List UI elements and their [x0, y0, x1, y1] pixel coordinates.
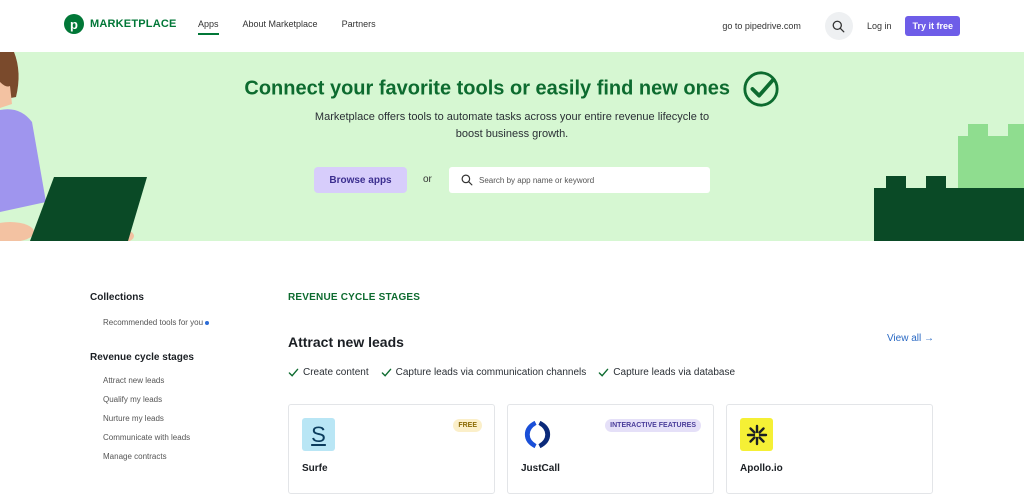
sidebar-item-nurture[interactable]: Nurture my leads: [103, 413, 240, 425]
browse-apps-button[interactable]: Browse apps: [314, 167, 407, 193]
tag-capture-communication[interactable]: Capture leads via communication channels: [381, 367, 587, 378]
check-icon: [288, 368, 299, 377]
check-icon: [381, 368, 391, 377]
sidebar-item-communicate[interactable]: Communicate with leads: [103, 432, 240, 444]
interactive-features-badge: INTERACTIVE FEATURES: [605, 419, 701, 432]
or-separator: or: [423, 174, 432, 185]
app-card-justcall[interactable]: INTERACTIVE FEATURES JustCall: [507, 404, 714, 494]
header-actions: go to pipedrive.com Log in Try it free: [722, 12, 960, 40]
hero-banner: Connect your favorite tools or easily fi…: [0, 52, 1024, 241]
sidebar-item-qualify[interactable]: Qualify my leads: [103, 394, 240, 406]
login-link[interactable]: Log in: [867, 21, 892, 31]
justcall-logo-icon: [521, 418, 554, 451]
surfe-logo-icon: S: [302, 418, 335, 451]
app-search-box[interactable]: [449, 167, 710, 193]
search-icon: [833, 20, 845, 32]
app-name: JustCall: [521, 463, 560, 474]
main-nav: Apps About Marketplace Partners: [198, 19, 376, 35]
header-search-button[interactable]: [824, 12, 853, 40]
surfe-logo-letter: S: [311, 421, 326, 447]
collections-heading: Collections: [90, 292, 144, 303]
subcategory-tags: Create content Capture leads via communi…: [288, 367, 735, 378]
sidebar-item-contracts[interactable]: Manage contracts: [103, 451, 240, 463]
try-free-button[interactable]: Try it free: [905, 16, 960, 36]
sidebar-item-recommended[interactable]: Recommended tools for you: [103, 317, 213, 329]
tag-label: Capture leads via database: [613, 367, 736, 378]
app-card-surfe[interactable]: S FREE Surfe: [288, 404, 495, 494]
check-icon: [598, 368, 609, 377]
stages-heading: Revenue cycle stages: [90, 352, 194, 363]
nav-apps[interactable]: Apps: [198, 19, 219, 35]
app-search-input[interactable]: [479, 175, 679, 185]
top-header: p MARKETPLACE Apps About Marketplace Par…: [0, 0, 1024, 52]
tag-create-content[interactable]: Create content: [288, 367, 369, 378]
category-title: Attract new leads: [288, 334, 404, 350]
tag-label: Capture leads via communication channels: [395, 367, 587, 378]
sidebar: Collections Recommended tools for you Re…: [90, 292, 240, 463]
app-name: Surfe: [302, 463, 328, 474]
app-card-apollo[interactable]: Apollo.io: [726, 404, 933, 494]
apollo-logo-icon: [740, 418, 773, 451]
hero-subtitle: Marketplace offers tools to automate tas…: [314, 111, 710, 140]
revenue-stages-heading: REVENUE CYCLE STAGES: [288, 292, 421, 303]
sidebar-item-attract[interactable]: Attract new leads: [103, 375, 240, 387]
goto-pipedrive-link[interactable]: go to pipedrive.com: [722, 21, 801, 31]
tag-capture-database[interactable]: Capture leads via database: [598, 367, 735, 378]
new-indicator-dot: [205, 320, 210, 325]
hero-title: Connect your favorite tools or easily fi…: [0, 70, 1024, 108]
nav-partners[interactable]: Partners: [342, 19, 376, 35]
main-content: REVENUE CYCLE STAGES Attract new leads V…: [288, 292, 934, 494]
hero-title-text: Connect your favorite tools or easily fi…: [244, 77, 731, 100]
checkmark-circle-icon: [743, 71, 779, 107]
app-name: Apollo.io: [740, 463, 783, 474]
nav-about-marketplace[interactable]: About Marketplace: [243, 19, 318, 35]
view-all-link[interactable]: View all →: [887, 333, 934, 344]
tag-label: Create content: [303, 367, 369, 378]
sidebar-item-label: Recommended tools for you: [103, 318, 204, 327]
pipedrive-logo-icon: p: [64, 14, 84, 34]
logo-text: MARKETPLACE: [90, 18, 177, 30]
search-icon: [461, 174, 473, 186]
marketplace-logo[interactable]: p MARKETPLACE: [64, 14, 177, 34]
free-badge: FREE: [453, 419, 482, 432]
app-cards: S FREE Surfe INTERACTIVE FEATURES JustCa…: [288, 404, 933, 494]
